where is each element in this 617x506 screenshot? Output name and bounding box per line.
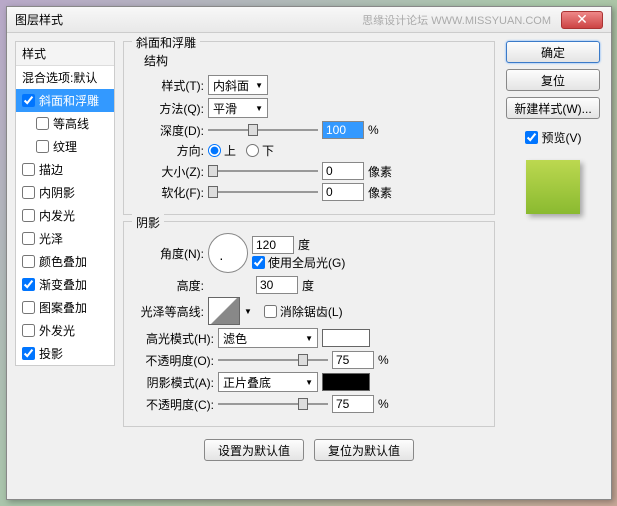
angle-input[interactable] bbox=[252, 236, 294, 254]
direction-down-radio[interactable]: 下 bbox=[246, 142, 274, 159]
style-item[interactable]: 图案叠加 bbox=[16, 296, 114, 319]
titlebar[interactable]: 图层样式 思缘设计论坛 WWW.MISSYUAN.COM ✕ bbox=[7, 7, 611, 33]
gloss-contour[interactable] bbox=[208, 297, 240, 325]
angle-dial[interactable] bbox=[208, 233, 248, 273]
shadow-mode-label: 阴影模式(A): bbox=[134, 374, 214, 391]
style-item[interactable]: 颜色叠加 bbox=[16, 250, 114, 273]
depth-label: 深度(D): bbox=[134, 122, 204, 139]
soften-input[interactable] bbox=[322, 183, 364, 201]
close-button[interactable]: ✕ bbox=[561, 11, 603, 29]
soften-unit: 像素 bbox=[368, 184, 392, 201]
style-item[interactable]: 等高线 bbox=[16, 112, 114, 135]
highlight-opacity-label: 不透明度(O): bbox=[134, 352, 214, 369]
shadow-opacity-input[interactable] bbox=[332, 395, 374, 413]
styles-list-panel: 样式 混合选项:默认 斜面和浮雕等高线纹理描边内阴影内发光光泽颜色叠加渐变叠加图… bbox=[15, 41, 115, 491]
shadow-opacity-label: 不透明度(C): bbox=[134, 396, 214, 413]
opacity-unit: % bbox=[378, 353, 389, 367]
depth-input[interactable] bbox=[322, 121, 364, 139]
layer-style-dialog: 图层样式 思缘设计论坛 WWW.MISSYUAN.COM ✕ 样式 混合选项:默… bbox=[6, 6, 612, 500]
style-item[interactable]: 渐变叠加 bbox=[16, 273, 114, 296]
style-item[interactable]: 光泽 bbox=[16, 227, 114, 250]
set-default-button[interactable]: 设置为默认值 bbox=[204, 439, 304, 461]
angle-unit: 度 bbox=[298, 236, 310, 253]
depth-unit: % bbox=[368, 123, 379, 137]
soften-slider[interactable] bbox=[208, 184, 318, 200]
shading-group: 阴影 角度(N): 度 使用全局光(G) 高度: bbox=[123, 221, 495, 427]
highlight-mode-select[interactable]: 滤色 bbox=[218, 328, 318, 348]
style-select[interactable]: 内斜面 bbox=[208, 75, 268, 95]
size-slider[interactable] bbox=[208, 163, 318, 179]
soften-label: 软化(F): bbox=[134, 184, 204, 201]
style-item[interactable]: 内发光 bbox=[16, 204, 114, 227]
size-label: 大小(Z): bbox=[134, 163, 204, 180]
direction-up-radio[interactable]: 上 bbox=[208, 142, 236, 159]
cancel-button[interactable]: 复位 bbox=[506, 69, 600, 91]
shading-title: 阴影 bbox=[132, 214, 164, 231]
highlight-mode-label: 高光模式(H): bbox=[134, 330, 214, 347]
shadow-mode-select[interactable]: 正片叠底 bbox=[218, 372, 318, 392]
style-item[interactable]: 斜面和浮雕 bbox=[16, 89, 114, 112]
styles-header: 样式 bbox=[16, 42, 114, 66]
altitude-input[interactable] bbox=[256, 276, 298, 294]
antialiased-checkbox[interactable]: 消除锯齿(L) bbox=[264, 303, 343, 320]
size-unit: 像素 bbox=[368, 163, 392, 180]
gloss-label: 光泽等高线: bbox=[134, 303, 204, 320]
bevel-emboss-group: 斜面和浮雕 结构 样式(T): 内斜面 方法(Q): 平滑 深度(D): % bbox=[123, 41, 495, 215]
size-input[interactable] bbox=[322, 162, 364, 180]
altitude-unit: 度 bbox=[302, 277, 314, 294]
watermark: 思缘设计论坛 WWW.MISSYUAN.COM bbox=[362, 12, 551, 28]
shadow-color[interactable] bbox=[322, 373, 370, 391]
global-light-checkbox[interactable]: 使用全局光(G) bbox=[252, 254, 345, 271]
preview-checkbox[interactable]: 预览(V) bbox=[525, 129, 582, 146]
group-title: 斜面和浮雕 bbox=[132, 34, 200, 51]
style-item[interactable]: 投影 bbox=[16, 342, 114, 365]
new-style-button[interactable]: 新建样式(W)... bbox=[506, 97, 600, 119]
structure-title: 结构 bbox=[144, 52, 484, 69]
style-item[interactable]: 纹理 bbox=[16, 135, 114, 158]
technique-select[interactable]: 平滑 bbox=[208, 98, 268, 118]
ok-button[interactable]: 确定 bbox=[506, 41, 600, 63]
depth-slider[interactable] bbox=[208, 122, 318, 138]
technique-label: 方法(Q): bbox=[134, 100, 204, 117]
shadow-opacity-slider[interactable] bbox=[218, 396, 328, 412]
style-label: 样式(T): bbox=[134, 77, 204, 94]
angle-label: 角度(N): bbox=[134, 245, 204, 262]
blend-options-item[interactable]: 混合选项:默认 bbox=[16, 66, 114, 89]
style-item[interactable]: 内阴影 bbox=[16, 181, 114, 204]
highlight-opacity-input[interactable] bbox=[332, 351, 374, 369]
style-item[interactable]: 描边 bbox=[16, 158, 114, 181]
direction-label: 方向: bbox=[134, 142, 204, 159]
highlight-opacity-slider[interactable] bbox=[218, 352, 328, 368]
highlight-color[interactable] bbox=[322, 329, 370, 347]
reset-default-button[interactable]: 复位为默认值 bbox=[314, 439, 414, 461]
altitude-label: 高度: bbox=[134, 277, 204, 294]
preview-swatch bbox=[526, 160, 580, 214]
style-item[interactable]: 外发光 bbox=[16, 319, 114, 342]
